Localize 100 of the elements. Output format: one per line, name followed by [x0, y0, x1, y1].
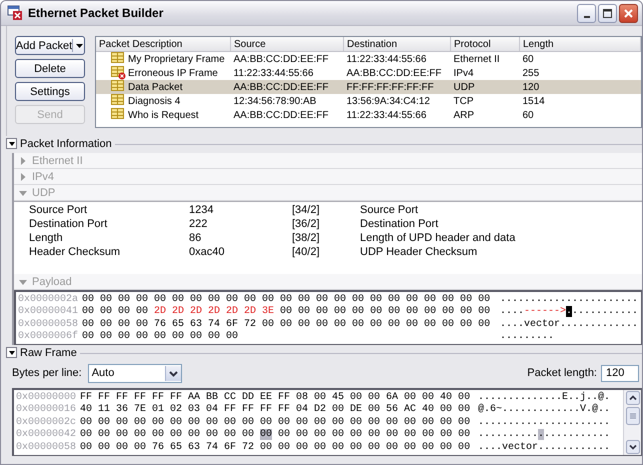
cell-text: 12:34:56:78:90:AB — [234, 96, 316, 106]
hex-address: 0x0000002c — [16, 416, 78, 428]
cell-text: Data Packet — [128, 82, 182, 92]
hex-bytes: 00 00 00 00 2D 2D 2D 2D 2D 2D 3E 00 00 00 00 00 00 00 00 00 00 00 00 — [82, 306, 492, 318]
packet-row[interactable]: Who is Request AA:BB:CC:DD:EE:FF 11:22:33:44:55:66 ARP 60 — [96, 108, 640, 122]
bytes-per-line-dropdown[interactable]: Auto — [88, 364, 182, 382]
table-error-icon — [111, 66, 126, 80]
group-title: Packet Information — [20, 138, 112, 150]
hex-bytes: FF FF FF FF FF FF AA BB CC DD EE FF 08 00 45 00 00 6A 00 00 40 00 — [80, 392, 472, 403]
hex-ascii: ....------>............ — [500, 306, 638, 318]
hex-ascii: ...................... — [478, 416, 610, 428]
field-offset: [38/2] — [292, 232, 321, 244]
column-header[interactable]: Packet Description — [96, 37, 230, 52]
caret-icon — [75, 42, 84, 50]
column-header[interactable]: Protocol — [450, 37, 520, 52]
cell-text: Erroneous IP Frame — [128, 68, 218, 78]
scroll-up-icon — [626, 391, 640, 405]
hex-ascii: ....................... — [500, 294, 638, 305]
hex-ascii: @.6~.............V.@.. — [478, 404, 610, 416]
field-value: 222 — [189, 218, 208, 230]
field-name: Source Port — [28, 204, 88, 216]
field-offset: [36/2] — [292, 218, 321, 230]
cell-text: FF:FF:FF:FF:FF:FF — [346, 82, 434, 92]
hex-bytes: 00 00 00 00 76 65 63 74 6F 72 00 00 00 00 00 00 00 00 00 00 00 00 00 — [82, 318, 492, 330]
field-offset: [34/2] — [292, 204, 321, 216]
cell-text: 60 — [522, 110, 534, 120]
maximize-icon — [601, 6, 614, 20]
field-name: Length — [28, 232, 64, 244]
collapse-toggle[interactable] — [6, 347, 17, 358]
add-dropdown-button[interactable]: Add Packet — [15, 36, 85, 55]
hex-bytes: 00 00 00 00 00 00 00 00 00 00 00 00 00 00 00 00 00 00 00 00 00 00 00 — [82, 294, 492, 305]
triangle-down-icon — [8, 348, 16, 356]
hex-ascii: ....vector............. — [500, 318, 638, 330]
hex-address: 0x00000041 — [18, 306, 80, 318]
field-name: Header Checksum — [28, 246, 122, 258]
close-button[interactable] — [619, 4, 638, 22]
field-label: Packet length: — [527, 367, 597, 379]
field-name: Destination Port — [28, 218, 108, 230]
cell-text: TCP — [454, 96, 474, 106]
window-title: Ethernet Packet Builder — [28, 6, 164, 20]
cell-text: My Proprietary Frame — [128, 54, 225, 64]
cell-text: 60 — [522, 54, 534, 64]
app-icon — [7, 5, 23, 21]
cell-text: AA:BB:CC:DD:EE:FF — [234, 110, 329, 120]
minimize-icon — [584, 16, 590, 18]
hex-bytes: 00 00 00 00 00 00 00 00 00 00 00 00 00 00 00 00 00 00 00 00 00 00 — [80, 429, 472, 440]
packet-row[interactable]: My Proprietary Frame AA:BB:CC:DD:EE:FF 11:22:33:44:55:66 Ethernet II 60 — [96, 52, 640, 66]
table-icon — [111, 52, 126, 66]
field-description: Destination Port — [360, 218, 438, 230]
close-icon — [622, 6, 635, 20]
group-title: Raw Frame — [20, 346, 77, 358]
cell-text: AA:BB:CC:DD:EE:FF — [234, 54, 329, 64]
cell-text: Who is Request — [128, 110, 199, 120]
expanded-arrow-icon — [19, 188, 27, 196]
cell-text: 120 — [522, 82, 540, 92]
hex-bytes: 00 00 00 00 00 00 00 00 00 00 00 00 00 00 00 00 00 00 00 00 00 00 — [80, 416, 472, 428]
column-header[interactable]: Length — [520, 37, 640, 52]
packet-row[interactable]: Diagnosis 4 12:34:56:78:90:AB 13:56:9A:34:C4:12 TCP 1514 — [96, 94, 640, 108]
cell-text: AA:BB:CC:DD:EE:FF — [346, 68, 442, 78]
vertical-scrollbar[interactable] — [623, 390, 641, 454]
packet-row[interactable]: Erroneous IP Frame 11:22:33:44:55:66 AA:BB:CC:DD:EE:FF IPv4 255 — [96, 66, 640, 80]
cell-text: UDP — [454, 82, 475, 92]
table-icon — [111, 108, 126, 122]
action-button[interactable]: Settings — [15, 82, 85, 101]
cell-text: Ethernet II — [454, 54, 500, 64]
hex-ascii: ....vector............ — [478, 442, 610, 453]
hex-bytes: 00 00 00 00 00 00 00 00 00 — [82, 331, 240, 342]
hex-address: 0x0000006f — [18, 331, 80, 342]
maximize-button[interactable] — [598, 4, 617, 22]
cell-text: Diagnosis 4 — [128, 96, 180, 106]
cell-text: ARP — [454, 110, 474, 120]
cell-text: 13:56:9A:34:C4:12 — [346, 96, 430, 106]
packet-length-input[interactable]: 120 — [601, 364, 639, 382]
cell-text: AA:BB:CC:DD:EE:FF — [234, 82, 329, 92]
hex-bytes: 00 00 00 00 76 65 63 74 6F 72 00 00 00 00 00 00 00 00 00 00 00 00 — [80, 442, 472, 453]
scroll-down-icon — [626, 440, 640, 454]
hex-address: 0x00000016 — [16, 404, 78, 416]
cell-text: 11:22:33:44:55:66 — [346, 54, 426, 64]
action-button[interactable]: Delete — [15, 59, 85, 78]
column-header[interactable]: Destination — [344, 37, 450, 52]
hex-address: 0x00000000 — [16, 392, 78, 403]
hex-address: 0x00000058 — [18, 318, 80, 330]
hex-ascii: ...................... — [478, 429, 610, 440]
minimize-button[interactable] — [577, 4, 596, 22]
triangle-down-icon — [8, 140, 16, 148]
packet-row[interactable]: Data Packet AA:BB:CC:DD:EE:FF FF:FF:FF:FF:FF:FF UDP 120 — [96, 80, 640, 94]
cell-text: 11:22:33:44:55:66 — [234, 68, 314, 78]
cell-text: 1514 — [522, 96, 545, 106]
hex-address: 0x00000058 — [16, 442, 78, 453]
field-value: 0xac40 — [189, 246, 226, 258]
field-description: Length of UPD header and data — [360, 232, 516, 244]
field-value: 1234 — [189, 204, 214, 216]
field-description: UDP Header Checksum — [360, 246, 478, 258]
column-header[interactable]: Source — [230, 37, 344, 52]
expanded-arrow-icon — [19, 278, 27, 286]
field-value: 86 — [189, 232, 202, 244]
hex-ascii: ..............E..j..@. — [478, 392, 610, 403]
hex-address: 0x0000002a — [18, 294, 80, 305]
collapse-toggle[interactable] — [6, 138, 17, 149]
table-icon — [111, 94, 126, 108]
